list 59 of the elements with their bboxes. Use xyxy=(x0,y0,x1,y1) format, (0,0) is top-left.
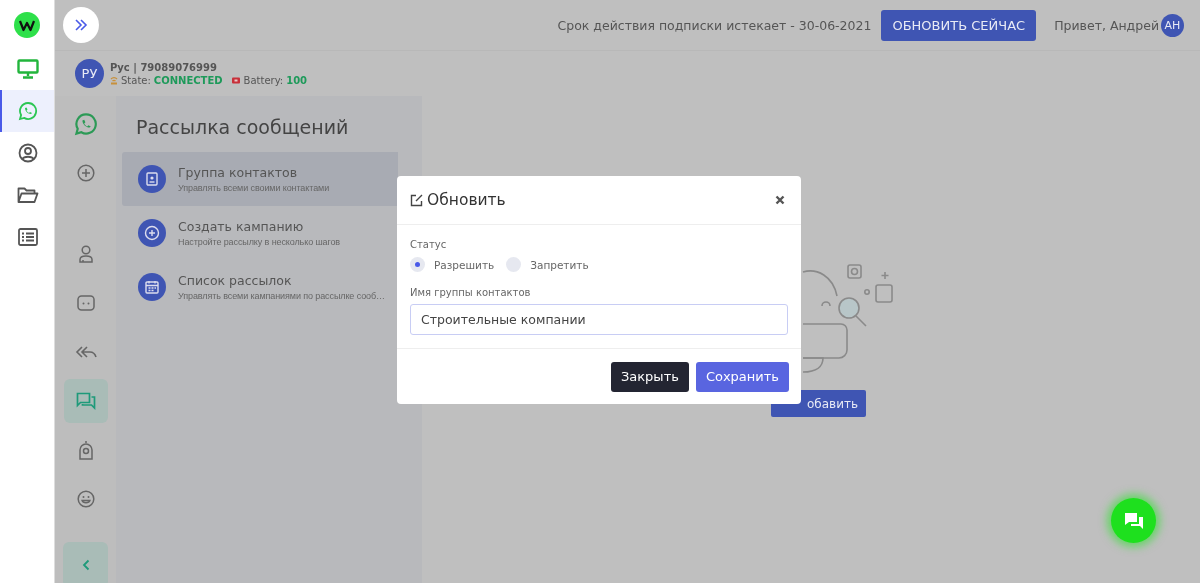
bot-face-icon xyxy=(76,295,95,311)
contact-book-icon xyxy=(138,165,166,193)
menu-item-title: Список рассылок xyxy=(178,273,293,288)
reply-all-icon xyxy=(74,345,97,359)
whatsapp-icon xyxy=(73,112,98,136)
chat-icon xyxy=(1123,511,1144,530)
battery-label: Battery: xyxy=(243,74,284,86)
emoji-icon xyxy=(76,490,95,508)
calendar-icon xyxy=(138,273,166,301)
battery-icon xyxy=(231,76,241,84)
group-name-field[interactable]: Строительные компании xyxy=(410,304,788,335)
menu-item-subtitle: Управлять всеми кампаниями по рассылке сооб… xyxy=(178,291,385,301)
list-icon xyxy=(18,228,38,246)
radio-circle[interactable] xyxy=(506,257,522,272)
plus-circle-icon xyxy=(138,219,166,247)
radio-circle[interactable] xyxy=(410,257,425,272)
account-name: Рус | 79089076999 xyxy=(110,61,218,73)
menu-item-subtitle: Настройте рассылку в несколько шагов xyxy=(178,237,341,247)
monitor-icon xyxy=(17,59,39,79)
plus-circle-icon xyxy=(76,164,95,182)
save-button[interactable]: Сохранить xyxy=(695,361,789,392)
menu-item-title: Группа контактов xyxy=(178,165,299,180)
menu-item-subtitle: Управлять всеми своими контактами xyxy=(178,183,330,193)
chevron-left-icon xyxy=(81,558,90,571)
whatsapp-icon xyxy=(18,101,38,121)
chat-button[interactable] xyxy=(1111,498,1156,543)
status-radio[interactable]: Разрешить xyxy=(410,257,495,272)
state-label: State: xyxy=(121,74,151,86)
sidebar-item[interactable] xyxy=(0,90,54,132)
menu-item-title: Создать кампанию xyxy=(178,219,305,234)
state-value: CONNECTED xyxy=(153,74,223,86)
chat-icon xyxy=(75,392,96,410)
renew-button[interactable]: ОБНОВИТЬ СЕЙЧАС xyxy=(881,9,1037,41)
menu-item[interactable]: Список рассылок Управлять всеми кампаниями по рассылке сооб… xyxy=(122,260,398,314)
menu-item[interactable]: Группа контактов Управлять всеми своими контактами xyxy=(122,152,398,206)
expand-button[interactable] xyxy=(63,7,99,43)
subscription-notice: Срок действия подписки истекает - 30-06-2021 xyxy=(557,17,872,33)
close-dialog-button[interactable]: Закрыть xyxy=(610,361,689,392)
user-avatar[interactable]: АН xyxy=(1161,13,1184,37)
user-circle-icon xyxy=(18,143,38,163)
battery-value: 100 xyxy=(286,74,308,86)
logo-icon xyxy=(14,12,40,38)
radio-label: Запретить xyxy=(530,258,589,271)
field-label: Имя группы контактов xyxy=(410,287,532,298)
edit-icon xyxy=(410,193,423,207)
menu-title: Рассылка сообщений xyxy=(136,116,350,138)
webcam-icon xyxy=(77,440,94,460)
dialog-title: Обновить xyxy=(427,191,506,209)
folder-icon xyxy=(17,186,39,204)
double-chevron-icon xyxy=(74,19,88,31)
status-label: Статус xyxy=(410,239,448,250)
rail-item[interactable] xyxy=(63,379,108,423)
status-radio[interactable]: Запретить xyxy=(506,257,589,272)
account-avatar: РУ xyxy=(75,59,104,88)
radio-label: Разрешить xyxy=(434,258,495,271)
menu-item[interactable]: Создать кампанию Настройте рассылку в несколько шагов xyxy=(122,206,398,260)
person-icon xyxy=(77,245,94,263)
greeting: Привет, Андрей xyxy=(1054,17,1159,33)
signal-icon xyxy=(110,75,118,85)
